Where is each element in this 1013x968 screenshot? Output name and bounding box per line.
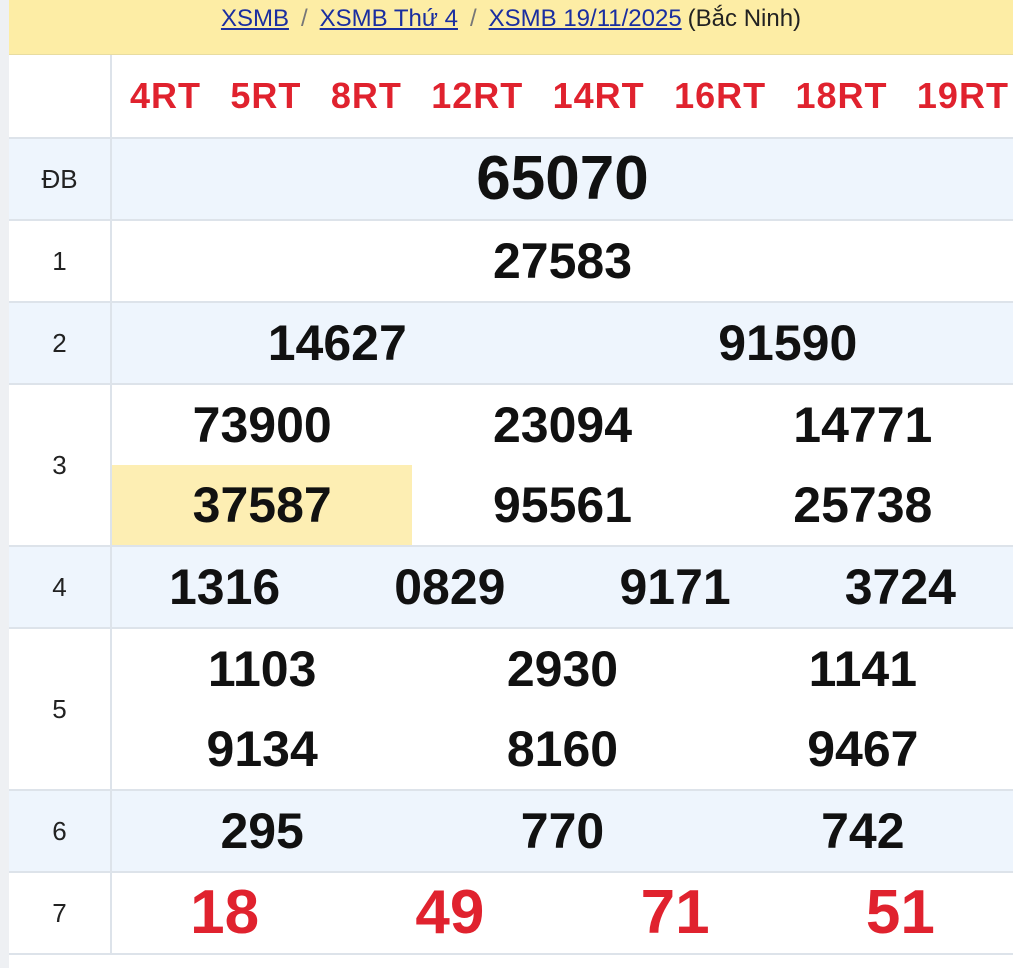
breadcrumb-separator: /	[469, 5, 477, 32]
prize-values: 14627 91590	[111, 302, 1013, 385]
prize-row-4: 4 1316 0829 9171 3724	[9, 546, 1013, 629]
prize-number: 1316	[169, 559, 281, 615]
prize-label: 5	[9, 628, 112, 791]
prize-number: 9171	[619, 559, 731, 615]
prize-number: 2930	[506, 641, 619, 697]
prize-number: 1103	[207, 641, 317, 697]
code-item: 16RT	[674, 75, 767, 116]
prize-number: 25738	[793, 477, 933, 533]
codes-label-cell	[9, 55, 112, 139]
prize-values: 73900 23094 14771 37587 95561 25738	[111, 384, 1013, 547]
prize-number: 23094	[492, 397, 633, 453]
prize-values: 295 770 742	[111, 790, 1013, 873]
prize-number: 91590	[718, 315, 858, 371]
prize-values: 1103 2930 1141 9134 8160 9467	[111, 628, 1013, 791]
prize-number: 1141	[808, 641, 918, 697]
prize-number-red: 49	[415, 878, 485, 947]
prize-number: 14771	[793, 397, 933, 453]
prize-label: 4	[9, 546, 112, 629]
prize-number: 27583	[492, 233, 633, 289]
prize-number: 0829	[394, 559, 506, 615]
prize-label: 6	[9, 790, 112, 873]
prize-values: 18 49 71 51	[111, 872, 1013, 955]
prize-number: 295	[220, 803, 304, 859]
prize-label: 3	[9, 384, 112, 547]
prize-number-highlighted: 37587	[112, 465, 413, 545]
left-edge-strip	[0, 0, 9, 968]
code-item: 12RT	[431, 75, 524, 116]
code-item: 5RT	[230, 75, 302, 116]
code-item: 4RT	[130, 75, 202, 116]
prize-number-red: 51	[865, 878, 935, 947]
prize-number-red: 18	[190, 878, 260, 947]
prize-number: 9467	[807, 721, 919, 777]
breadcrumb-province: (Bắc Ninh)	[687, 5, 802, 32]
breadcrumb-link-xsmb[interactable]: XSMB	[221, 5, 289, 33]
prize-label: ĐB	[9, 138, 112, 221]
prize-number-red: 71	[640, 878, 710, 947]
codes-row: 4RT 5RT 8RT 12RT 14RT 16RT 18RT 19RT	[9, 55, 1013, 139]
prize-label: 1	[9, 220, 112, 303]
prize-row-6: 6 295 770 742	[9, 790, 1013, 873]
prize-label: 2	[9, 302, 112, 385]
prize-number: 14627	[267, 315, 407, 371]
prize-number: 770	[520, 803, 605, 859]
results-page: XSMB / XSMB Thứ 4 / XSMB 19/11/2025 (Bắc…	[0, 0, 1013, 968]
prize-row-2: 2 14627 91590	[9, 302, 1013, 385]
code-item: 18RT	[795, 75, 888, 116]
code-item: 14RT	[552, 75, 645, 116]
code-item: 19RT	[916, 75, 1009, 116]
breadcrumb-link-date[interactable]: XSMB 19/11/2025	[489, 5, 682, 33]
results-table: 4RT 5RT 8RT 12RT 14RT 16RT 18RT 19RT ĐB …	[9, 55, 1013, 955]
prize-row-3: 3 73900 23094 14771 37587 95561 25738	[9, 384, 1013, 547]
prize-number: 9134	[206, 721, 318, 777]
prize-values: 1316 0829 9171 3724	[111, 546, 1013, 629]
breadcrumb-separator: /	[300, 5, 308, 32]
breadcrumb-link-weekday[interactable]: XSMB Thứ 4	[320, 5, 458, 33]
prize-row-7: 7 18 49 71 51	[9, 872, 1013, 955]
prize-number: 73900	[192, 397, 332, 453]
prize-row-special: ĐB 65070	[9, 138, 1013, 221]
code-item: 8RT	[330, 75, 402, 116]
prize-number: 742	[821, 803, 905, 859]
prize-values: 65070	[111, 138, 1013, 221]
prize-values: 27583	[111, 220, 1013, 303]
prize-number-special: 65070	[476, 144, 649, 213]
prize-number: 95561	[492, 477, 633, 533]
prize-number: 8160	[506, 721, 619, 777]
codes-cell: 4RT 5RT 8RT 12RT 14RT 16RT 18RT 19RT	[111, 55, 1013, 139]
prize-number: 3724	[844, 559, 956, 615]
prize-row-5: 5 1103 2930 1141 9134 8160 9467	[9, 628, 1013, 791]
prize-row-1: 1 27583	[9, 220, 1013, 303]
prize-label: 7	[9, 872, 112, 955]
breadcrumb: XSMB / XSMB Thứ 4 / XSMB 19/11/2025 (Bắc…	[9, 0, 1013, 55]
